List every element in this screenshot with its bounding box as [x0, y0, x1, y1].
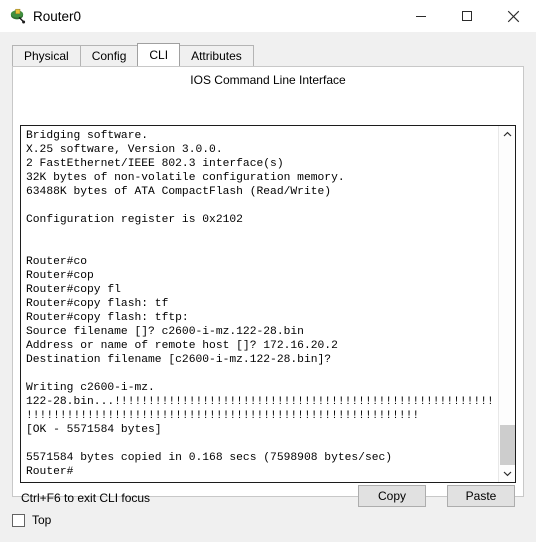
top-checkbox[interactable] — [12, 513, 25, 527]
terminal-line: !!!!!!!!!!!!!!!!!!!!!!!!!!!!!!!!!!!!!!!!… — [26, 410, 420, 422]
terminal-lines: Bridging software. X.25 software, Version… — [26, 129, 498, 479]
router-cli-window: Router0 Physical Config CLI Attributes I… — [0, 0, 536, 542]
terminal-line: Router# — [26, 466, 74, 478]
window-title: Router0 — [33, 8, 82, 24]
cli-output-area[interactable]: Bridging software. X.25 software, Version… — [21, 126, 498, 482]
terminal-line: 32K bytes of non-volatile configuration … — [26, 172, 345, 184]
terminal-line: 63488K bytes of ATA CompactFlash (Read/W… — [26, 186, 332, 198]
scrollbar-thumb[interactable] — [500, 425, 515, 466]
terminal-scrollbar[interactable] — [498, 126, 515, 482]
terminal-line: Configuration register is 0x2102 — [26, 214, 243, 226]
maximize-button[interactable] — [444, 0, 490, 32]
pane-heading: IOS Command Line Interface — [190, 73, 346, 87]
minimize-button[interactable] — [398, 0, 444, 32]
terminal-line: X.25 software, Version 3.0.0. — [26, 144, 223, 156]
close-icon — [507, 10, 519, 22]
terminal-line: [OK - 5571584 bytes] — [26, 424, 162, 436]
copy-button[interactable]: Copy — [358, 485, 426, 507]
maximize-icon — [462, 11, 472, 21]
terminal-line: Writing c2600-i-mz. — [26, 382, 155, 394]
terminal-line: Router#copy flash: tf — [26, 298, 169, 310]
terminal-line: Address or name of remote host []? 172.1… — [26, 340, 338, 352]
top-checkbox-label: Top — [32, 513, 52, 527]
terminal-line: 122-28.bin...!!!!!!!!!!!!!!!!!!!!!!!!!!!… — [26, 396, 494, 408]
minimize-icon — [416, 16, 426, 17]
scroll-up-button[interactable] — [499, 126, 515, 143]
window-body: Physical Config CLI Attributes IOS Comma… — [0, 32, 536, 542]
paste-button[interactable]: Paste — [447, 485, 515, 507]
terminal-line: Router#copy fl — [26, 284, 121, 296]
terminal-line: Bridging software. — [26, 130, 149, 142]
tab-config[interactable]: Config — [79, 45, 139, 66]
terminal-line: 2 FastEthernet/IEEE 802.3 interface(s) — [26, 158, 284, 170]
cli-tab-pane: IOS Command Line Interface Bridging soft… — [12, 66, 524, 507]
router-device-icon — [8, 7, 26, 25]
terminal-line: Destination filename [c2600-i-mz.122-28.… — [26, 354, 332, 366]
chevron-down-icon — [503, 471, 512, 477]
terminal-line: Source filename []? c2600-i-mz.122-28.bi… — [26, 326, 304, 338]
tab-cli[interactable]: CLI — [137, 43, 181, 66]
chevron-up-icon — [503, 131, 512, 137]
terminal-line: 5571584 bytes copied in 0.168 secs (7598… — [26, 452, 393, 464]
tab-physical[interactable]: Physical — [12, 45, 81, 66]
scroll-down-button[interactable] — [499, 465, 515, 482]
top-checkbox-row[interactable]: Top — [12, 513, 51, 527]
title-bar-left: Router0 — [0, 0, 398, 32]
close-button[interactable] — [490, 0, 536, 32]
terminal-container: Bridging software. X.25 software, Version… — [20, 125, 516, 483]
cli-focus-hint: Ctrl+F6 to exit CLI focus — [21, 491, 151, 505]
tab-strip: Physical Config CLI Attributes — [12, 43, 254, 66]
tab-attributes[interactable]: Attributes — [179, 45, 254, 66]
terminal-line: Router#copy flash: tftp: — [26, 312, 189, 324]
title-bar: Router0 — [0, 0, 536, 32]
terminal-line: Router#co — [26, 256, 88, 268]
terminal-line: Router#cop — [26, 270, 94, 282]
